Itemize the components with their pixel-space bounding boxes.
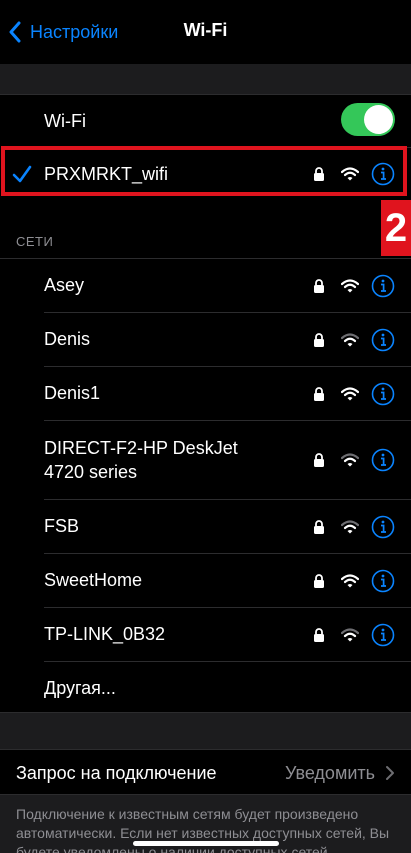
wifi-signal-icon <box>341 574 359 588</box>
network-icons <box>313 382 395 406</box>
section-spacer <box>0 713 411 749</box>
navigation-bar: Настройки Wi-Fi <box>0 0 411 64</box>
network-row-direct-f2-hp[interactable]: DIRECT-F2-HP DeskJet 4720 series <box>0 421 411 499</box>
info-icon[interactable] <box>371 448 395 472</box>
network-icons <box>313 569 395 593</box>
section-spacer <box>0 64 411 94</box>
ask-to-join-row[interactable]: Запрос на подключение Уведомить <box>0 749 411 795</box>
network-name: FSB <box>44 516 80 536</box>
info-icon[interactable] <box>371 274 395 298</box>
ask-to-join-value: Уведомить <box>285 763 375 783</box>
info-icon[interactable] <box>371 328 395 352</box>
network-name-line: 4720 series <box>44 462 138 482</box>
lock-icon <box>314 574 324 588</box>
network-icons <box>313 623 395 647</box>
network-name: SweetHome <box>44 570 143 590</box>
lock-icon <box>314 520 324 534</box>
network-name: Denis1 <box>44 383 101 403</box>
network-icons <box>313 515 395 539</box>
lock-icon <box>314 333 324 347</box>
ask-to-join-label: Запрос на подключение <box>16 763 217 783</box>
home-indicator[interactable] <box>133 841 279 846</box>
network-row-fsb[interactable]: FSB <box>0 500 411 553</box>
lock-icon <box>314 279 324 293</box>
info-icon[interactable] <box>371 569 395 593</box>
networks-list: Asey Denis Denis1 DIRECT-F2-HP DeskJet 4… <box>0 258 411 713</box>
network-row-denis[interactable]: Denis <box>0 313 411 366</box>
network-name: Asey <box>44 275 85 295</box>
network-name-line: DIRECT-F2-HP DeskJet <box>44 438 238 458</box>
network-name-multiline: DIRECT-F2-HP DeskJet 4720 series <box>44 436 238 484</box>
step-badge: 2 <box>381 200 411 256</box>
network-icons <box>313 274 395 298</box>
wifi-toggle-label: Wi-Fi <box>44 110 86 131</box>
page-title: Wi-Fi <box>183 20 228 40</box>
wifi-signal-icon <box>341 279 359 293</box>
wifi-signal-icon <box>341 520 359 534</box>
info-icon[interactable] <box>371 382 395 406</box>
wifi-signal-icon <box>341 628 359 642</box>
toggle-knob <box>364 105 393 134</box>
lock-icon <box>314 453 324 467</box>
highlight-frame <box>1 146 407 196</box>
other-network-row[interactable]: Другая... <box>0 662 411 714</box>
wifi-signal-icon <box>341 453 359 467</box>
lock-icon <box>314 628 324 642</box>
info-icon[interactable] <box>371 515 395 539</box>
network-row-denis1[interactable]: Denis1 <box>0 367 411 420</box>
network-name: Denis <box>44 329 91 349</box>
network-row-tp-link[interactable]: TP-LINK_0B32 <box>0 608 411 661</box>
wifi-signal-icon <box>341 333 359 347</box>
wifi-toggle-row: Wi-Fi <box>0 95 411 147</box>
wifi-toggle-switch[interactable] <box>341 103 395 136</box>
network-name: TP-LINK_0B32 <box>44 624 166 644</box>
network-row-asey[interactable]: Asey <box>0 259 411 312</box>
chevron-right-icon <box>386 766 394 780</box>
networks-section-header: СЕТИ <box>16 234 54 249</box>
lock-icon <box>314 387 324 401</box>
network-icons <box>313 328 395 352</box>
wifi-signal-icon <box>341 387 359 401</box>
network-icons <box>313 448 395 472</box>
other-network-label: Другая... <box>44 677 116 698</box>
info-icon[interactable] <box>371 623 395 647</box>
network-row-sweethome[interactable]: SweetHome <box>0 554 411 607</box>
